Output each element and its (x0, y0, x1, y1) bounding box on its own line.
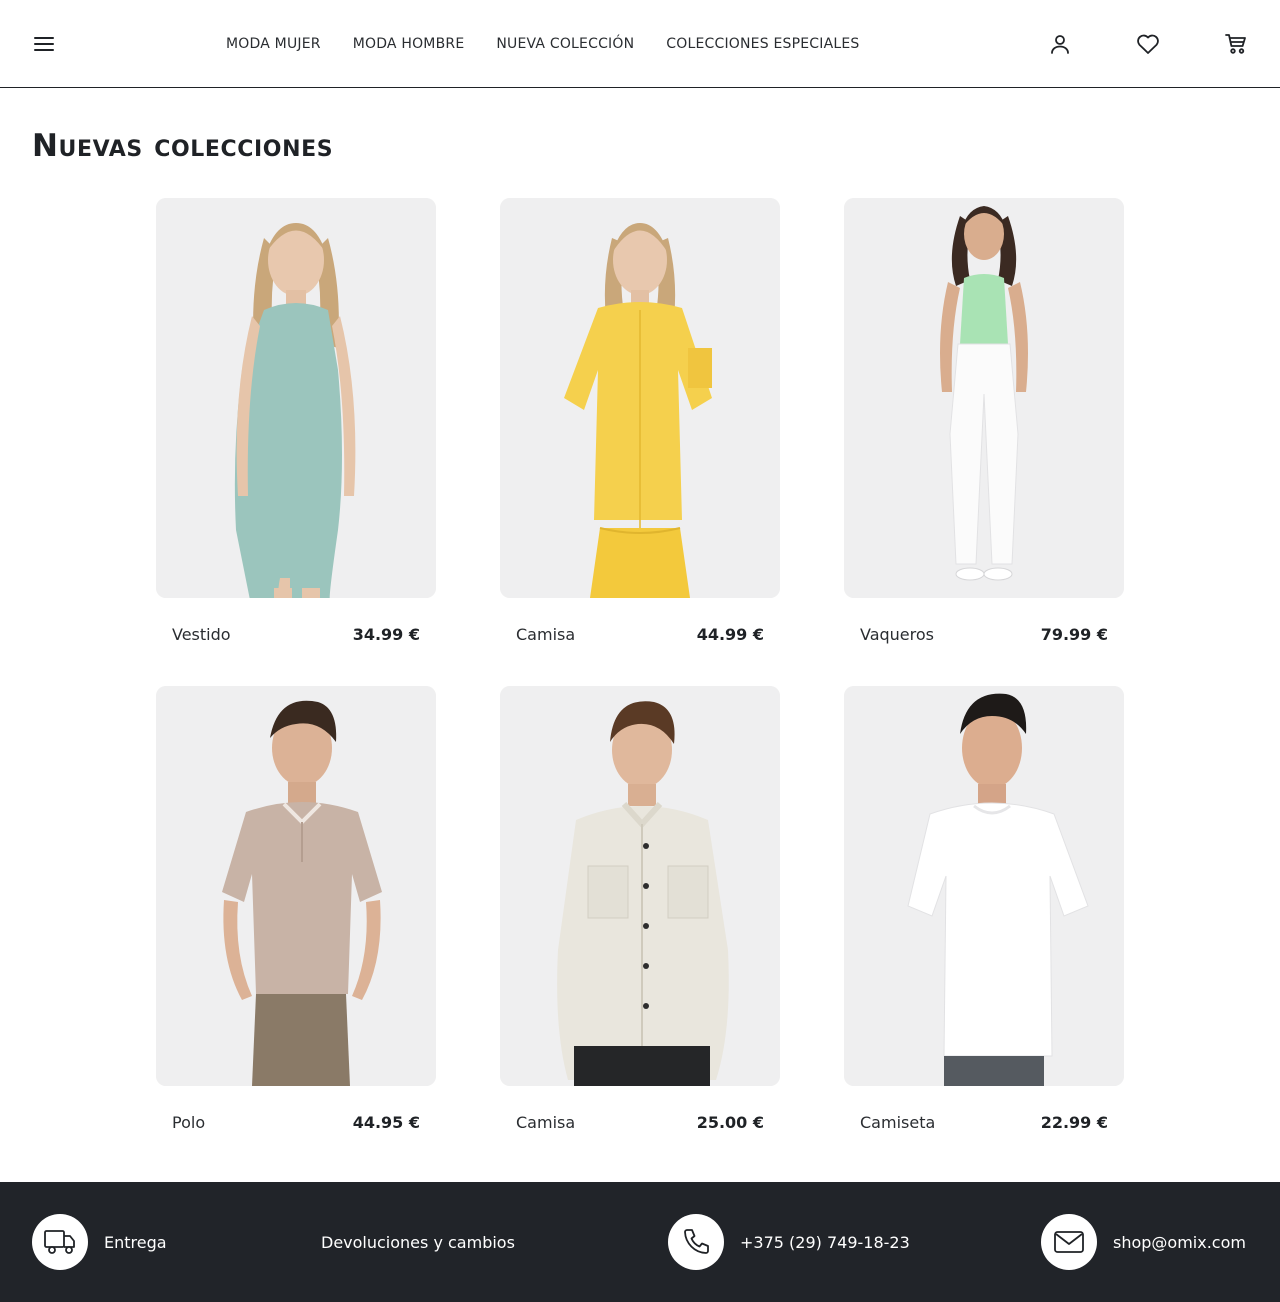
woman-yellow-shirt-photo (500, 198, 780, 598)
product-meta: Polo 44.95 € (156, 1086, 436, 1158)
product-meta: Vestido 34.99 € (156, 598, 436, 670)
nav-moda-hombre[interactable]: MODA HOMBRE (337, 36, 481, 52)
product-name: Vaqueros (860, 624, 934, 644)
product-name: Camisa (516, 1112, 576, 1132)
phone-icon (668, 1214, 724, 1270)
footer-phone-label: +375 (29) 749-18-23 (740, 1232, 910, 1252)
product-meta: Vaqueros 79.99 € (844, 598, 1124, 670)
footer-delivery[interactable]: Entrega (32, 1214, 167, 1270)
product-card[interactable]: Vestido 34.99 € (156, 198, 436, 686)
product-card[interactable]: Polo 44.95 € (156, 686, 436, 1174)
nav-moda-mujer[interactable]: MODA MUJER (210, 36, 337, 52)
nav-nueva-coleccion[interactable]: NUEVA COLECCIÓN (480, 36, 650, 52)
footer-email-label: shop@omix.com (1113, 1232, 1246, 1252)
product-grid: Vestido 34.99 € Camisa 44.99 € Vaqueros … (156, 198, 1124, 1174)
man-beige-polo-photo (156, 686, 436, 1086)
product-name: Vestido (172, 624, 231, 644)
product-price: 25.00 € (696, 1112, 764, 1132)
heart-icon[interactable] (1134, 30, 1162, 58)
site-footer: Entrega Devoluciones y cambios +375 (29)… (0, 1182, 1280, 1302)
footer-returns-label: Devoluciones y cambios (321, 1232, 515, 1252)
mail-icon (1041, 1214, 1097, 1270)
product-price: 79.99 € (1040, 624, 1108, 644)
hamburger-menu-icon[interactable] (30, 30, 58, 58)
product-price: 44.99 € (696, 624, 764, 644)
woman-white-jeans-photo (844, 198, 1124, 598)
woman-mint-dress-photo (156, 198, 436, 598)
footer-delivery-label: Entrega (104, 1232, 167, 1252)
product-price: 22.99 € (1040, 1112, 1108, 1132)
man-cream-shirt-photo (500, 686, 780, 1086)
product-card[interactable]: Camiseta 22.99 € (844, 686, 1124, 1174)
product-name: Polo (172, 1112, 206, 1132)
footer-email[interactable]: shop@omix.com (1041, 1214, 1246, 1270)
truck-icon (32, 1214, 88, 1270)
product-price: 34.99 € (352, 624, 420, 644)
product-price: 44.95 € (352, 1112, 420, 1132)
site-header: MODA MUJER MODA HOMBRE NUEVA COLECCIÓN C… (0, 0, 1280, 88)
product-meta: Camisa 25.00 € (500, 1086, 780, 1158)
cart-icon[interactable] (1222, 30, 1250, 58)
page-title: Nuevas colecciones (32, 128, 334, 164)
product-card[interactable]: Vaqueros 79.99 € (844, 198, 1124, 686)
nav-colecciones-especiales[interactable]: COLECCIONES ESPECIALES (650, 36, 875, 52)
main-nav: MODA MUJER MODA HOMBRE NUEVA COLECCIÓN C… (210, 0, 876, 88)
product-card[interactable]: Camisa 25.00 € (500, 686, 780, 1174)
footer-returns[interactable]: Devoluciones y cambios (321, 1214, 515, 1270)
man-white-tshirt-photo (844, 686, 1124, 1086)
product-meta: Camiseta 22.99 € (844, 1086, 1124, 1158)
product-name: Camisa (516, 624, 576, 644)
user-icon[interactable] (1046, 30, 1074, 58)
product-meta: Camisa 44.99 € (500, 598, 780, 670)
product-name: Camiseta (860, 1112, 936, 1132)
footer-phone[interactable]: +375 (29) 749-18-23 (668, 1214, 910, 1270)
product-card[interactable]: Camisa 44.99 € (500, 198, 780, 686)
